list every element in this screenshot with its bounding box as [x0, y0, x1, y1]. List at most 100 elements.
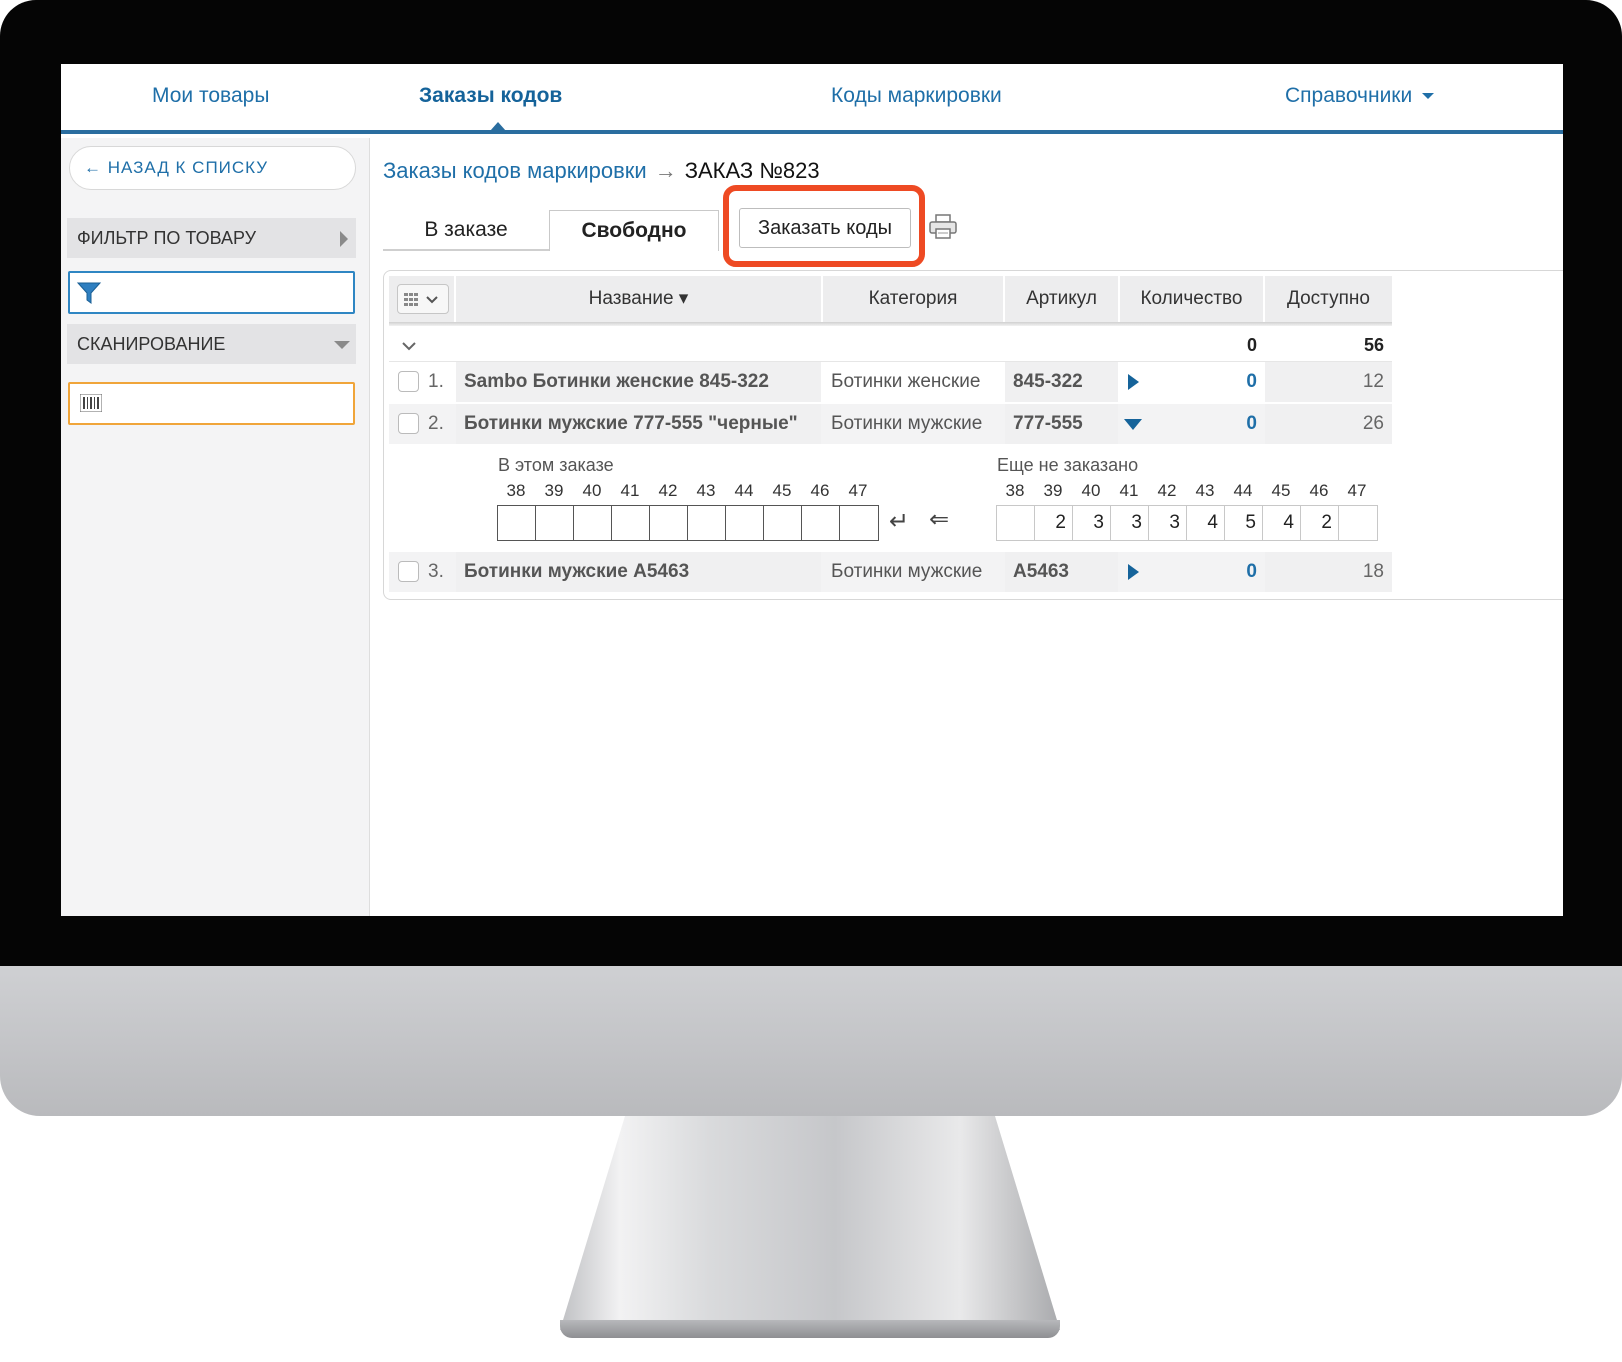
product-quantity: 0 — [1246, 561, 1257, 582]
nav-references[interactable]: Справочники — [1285, 84, 1435, 108]
in-order-size-inputs — [497, 505, 879, 541]
header-shadow — [389, 322, 1392, 326]
product-available: 26 — [1265, 404, 1392, 444]
size-available-value: 2 — [1301, 506, 1339, 540]
collapse-down-icon — [334, 341, 350, 349]
size-quantity-input[interactable] — [650, 506, 688, 540]
monitor-stand — [560, 1116, 1060, 1330]
size-label: 40 — [1081, 481, 1101, 500]
size-label: 45 — [1271, 481, 1291, 500]
print-icon[interactable] — [929, 214, 957, 240]
table-row[interactable]: 1. Sambo Ботинки женские 845-322 Ботинки… — [389, 362, 1392, 402]
size-label: 42 — [658, 481, 678, 500]
column-category-header[interactable]: Категория — [823, 276, 1003, 322]
totals-row: 0 56 — [389, 328, 1392, 362]
size-quantity-input[interactable] — [840, 506, 878, 540]
monitor-base — [560, 1320, 1060, 1338]
size-label: 45 — [772, 481, 792, 500]
size-label: 38 — [506, 481, 526, 500]
tab-free[interactable]: Свободно — [549, 210, 719, 251]
size-label: 47 — [1347, 481, 1367, 500]
row-checkbox[interactable] — [398, 561, 419, 582]
table-row[interactable]: 2. Ботинки мужские 777-555 "черные" Боти… — [389, 404, 1392, 444]
caret-down-icon — [1422, 93, 1435, 100]
size-label: 42 — [1157, 481, 1177, 500]
size-label: 39 — [1043, 481, 1063, 500]
nav-my-goods[interactable]: Мои товары — [152, 84, 269, 108]
collapse-row-icon[interactable] — [1124, 419, 1142, 430]
row-number: 1. — [428, 371, 444, 392]
column-article-header[interactable]: Артикул — [1005, 276, 1118, 322]
size-available-value: 3 — [1073, 506, 1111, 540]
nav-references-label: Справочники — [1285, 84, 1413, 107]
size-quantity-input[interactable] — [536, 506, 574, 540]
scanning-header[interactable]: СКАНИРОВАНИЕ — [67, 324, 356, 364]
size-available-value — [1339, 506, 1377, 540]
breadcrumb: Заказы кодов маркировки → ЗАКАЗ №823 — [383, 158, 820, 184]
row-number: 2. — [428, 413, 444, 434]
size-quantity-input[interactable] — [726, 506, 764, 540]
apply-enter-icon[interactable]: ↵ — [889, 507, 909, 536]
product-quantity: 0 — [1246, 413, 1257, 434]
expand-row-icon[interactable] — [1128, 564, 1139, 580]
breadcrumb-code-orders-link[interactable]: Заказы кодов маркировки — [383, 158, 647, 183]
size-label: 44 — [1233, 481, 1253, 500]
product-available: 18 — [1265, 552, 1392, 592]
size-available-value: 4 — [1263, 506, 1301, 540]
size-quantity-input[interactable] — [574, 506, 612, 540]
column-selector-button[interactable] — [397, 284, 449, 314]
product-filter-input[interactable] — [68, 271, 355, 314]
nav-marking-codes[interactable]: Коды маркировки — [831, 84, 1002, 108]
column-available-header[interactable]: Доступно — [1265, 276, 1392, 322]
page-title: ЗАКАЗ №823 — [684, 158, 820, 183]
size-quantity-input[interactable] — [612, 506, 650, 540]
row-number: 3. — [428, 561, 444, 582]
product-article: 777-555 — [1005, 404, 1118, 444]
filter-by-product-header[interactable]: ФИЛЬТР ПО ТОВАРУ — [67, 218, 356, 258]
column-quantity-header[interactable]: Количество — [1120, 276, 1263, 322]
chevron-down-icon[interactable] — [399, 336, 419, 356]
size-quantity-input[interactable] — [498, 506, 536, 540]
size-available-value: 4 — [1187, 506, 1225, 540]
expand-right-icon — [340, 231, 348, 247]
scanning-header-label: СКАНИРОВАНИЕ — [77, 334, 226, 354]
top-navigation: Мои товары Заказы кодов Коды маркировки … — [61, 64, 1563, 134]
filter-header-label: ФИЛЬТР ПО ТОВАРУ — [77, 228, 257, 248]
size-quantity-input[interactable] — [764, 506, 802, 540]
filter-funnel-icon — [76, 282, 102, 304]
size-label: 43 — [696, 481, 716, 500]
in-order-title: В этом заказе — [498, 455, 614, 475]
column-name-header[interactable]: Название ▾ — [456, 276, 821, 322]
size-label: 38 — [1005, 481, 1025, 500]
expand-row-icon[interactable] — [1128, 374, 1139, 390]
size-available-value — [997, 506, 1035, 540]
product-name: Ботинки мужские 777-555 "черные" — [456, 404, 821, 444]
size-label: 39 — [544, 481, 564, 500]
product-category: Ботинки мужские — [831, 413, 983, 434]
product-available: 12 — [1265, 362, 1392, 402]
product-category: Ботинки мужские — [831, 561, 983, 582]
highlight-frame — [723, 185, 925, 267]
size-quantity-input[interactable] — [688, 506, 726, 540]
size-available-value: 3 — [1111, 506, 1149, 540]
not-ordered-size-labels: 38 39 40 41 42 43 44 45 46 47 — [996, 481, 1376, 501]
product-name: Ботинки мужские A5463 — [456, 552, 821, 592]
row-checkbox[interactable] — [398, 413, 419, 434]
breadcrumb-arrow: → — [654, 158, 677, 183]
not-ordered-size-values: 23334542 — [996, 505, 1378, 541]
barcode-icon — [80, 394, 102, 412]
back-to-list-button[interactable]: ← НАЗАД К СПИСКУ — [69, 146, 356, 190]
row-checkbox[interactable] — [398, 371, 419, 392]
not-ordered-title: Еще не заказано — [997, 455, 1139, 475]
size-available-value: 3 — [1149, 506, 1187, 540]
size-quantity-input[interactable] — [802, 506, 840, 540]
tab-in-order[interactable]: В заказе — [383, 210, 549, 251]
size-label: 47 — [848, 481, 868, 500]
nav-code-orders[interactable]: Заказы кодов — [419, 84, 562, 108]
size-label: 43 — [1195, 481, 1215, 500]
barcode-scan-input[interactable] — [68, 382, 355, 425]
table-row[interactable]: 3. Ботинки мужские A5463 Ботинки мужские… — [389, 552, 1392, 592]
product-article: A5463 — [1005, 552, 1118, 592]
copy-back-icon[interactable]: ⇐ — [929, 505, 949, 534]
total-available: 56 — [1363, 335, 1384, 355]
